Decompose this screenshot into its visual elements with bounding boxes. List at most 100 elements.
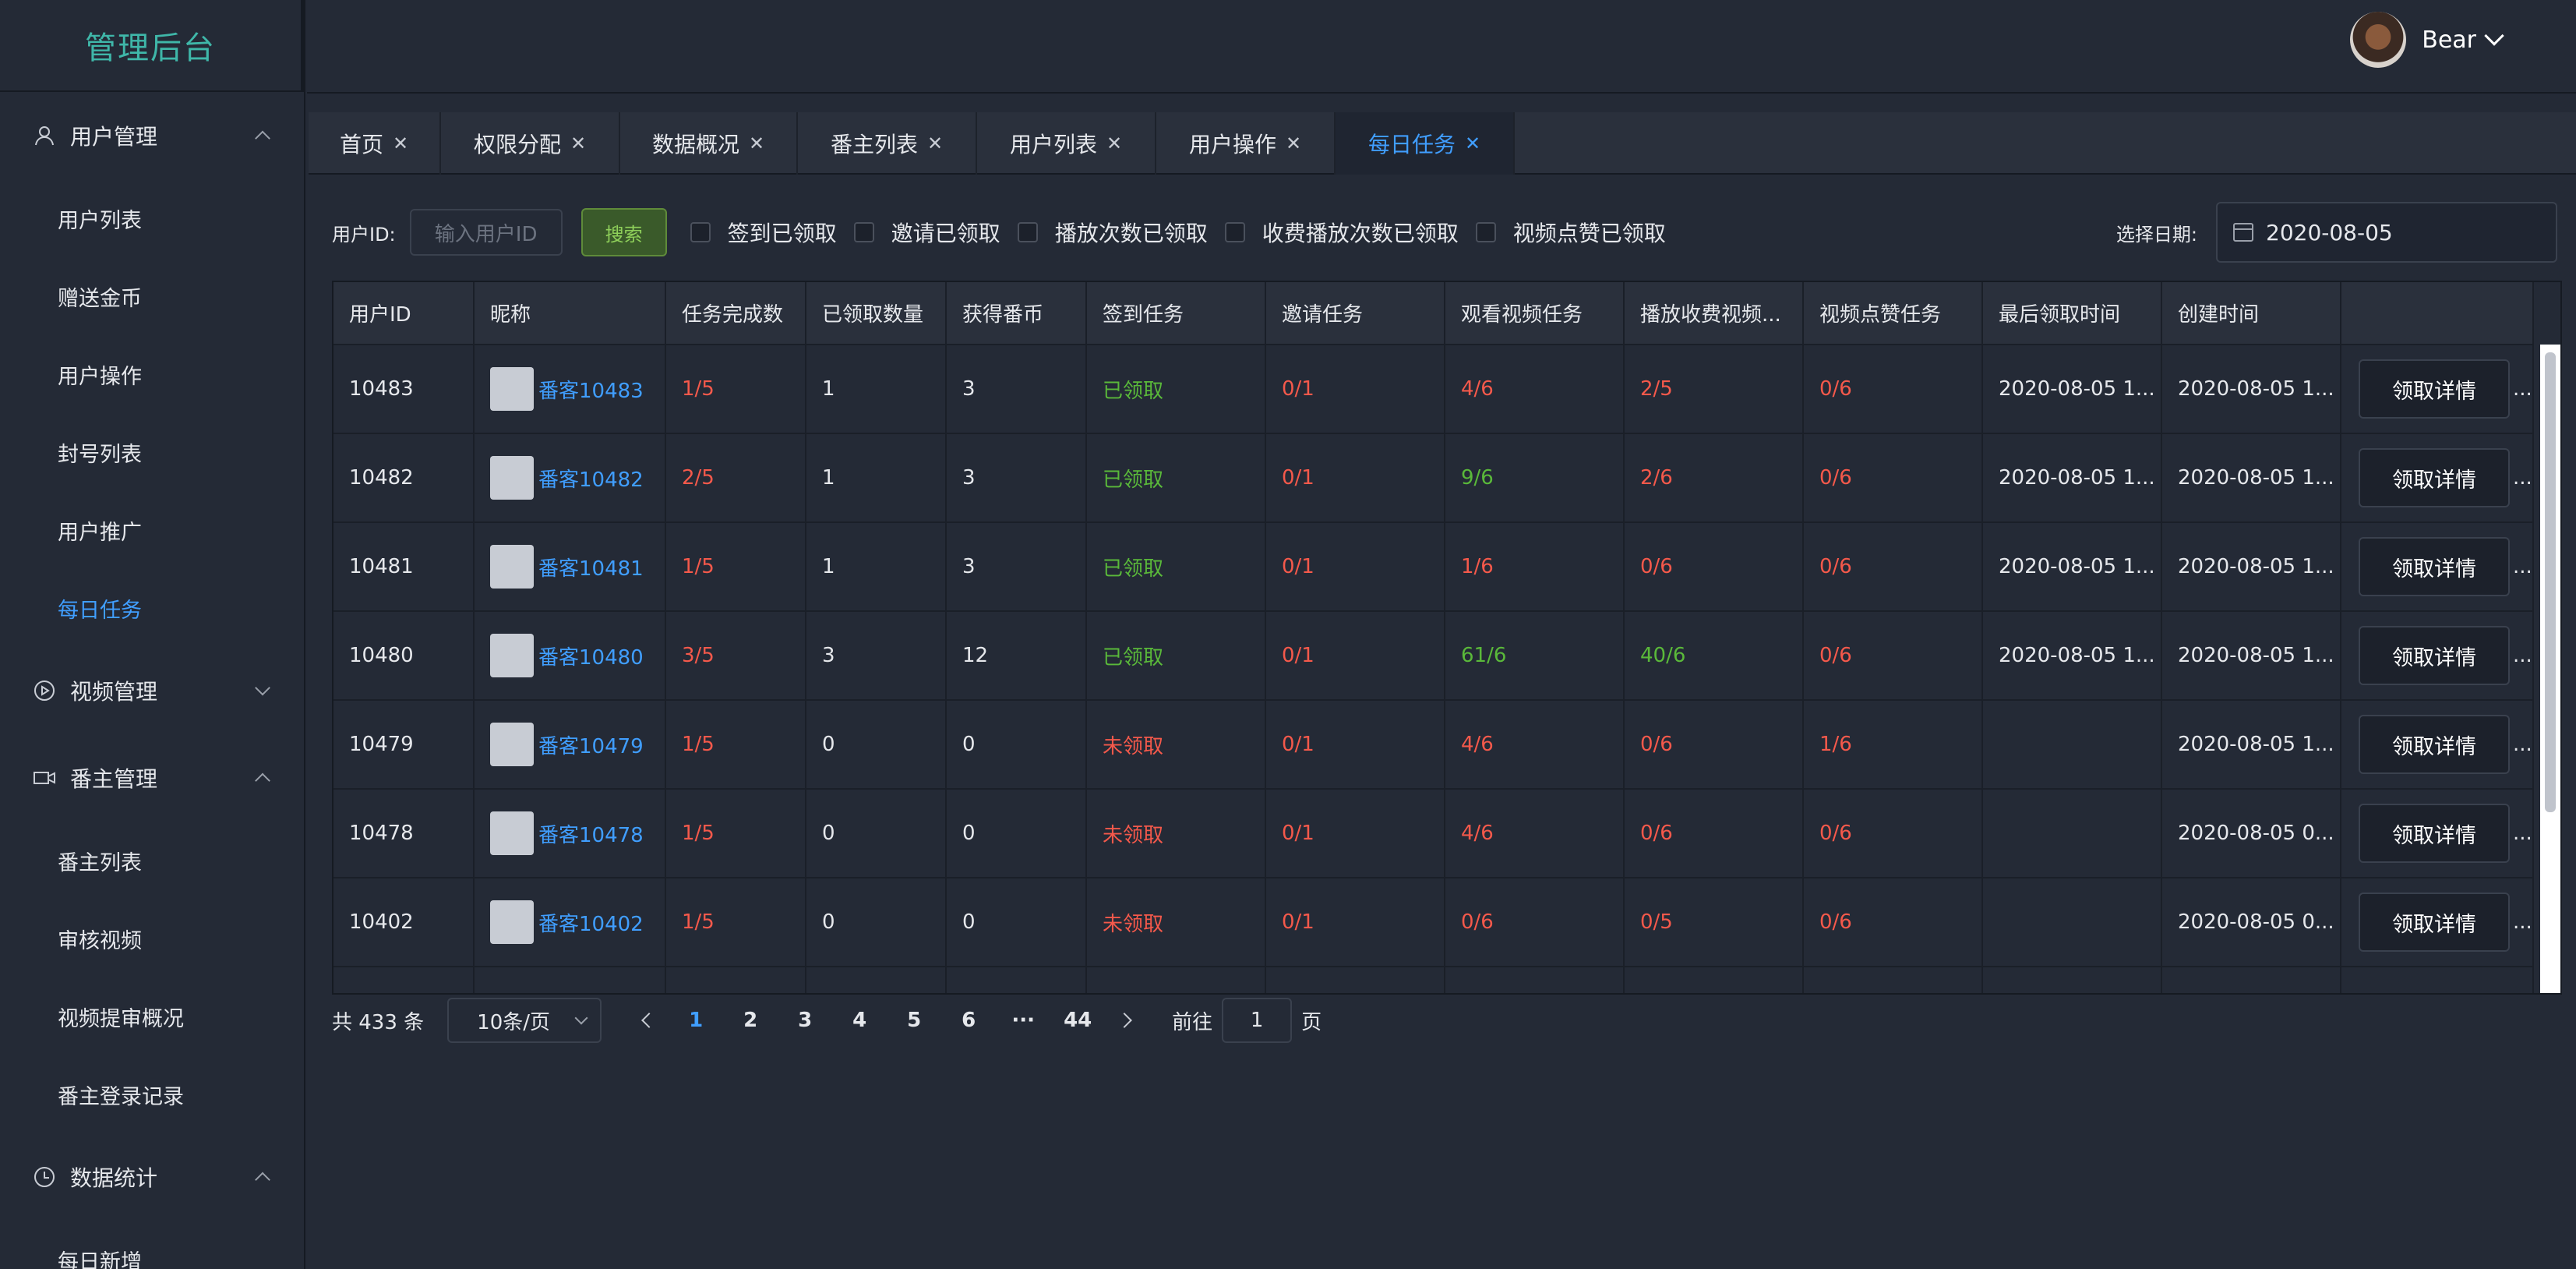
nickname-cell: 番客10402	[490, 900, 664, 944]
more-ellipsis: ...	[2513, 644, 2532, 667]
sidebar-group-1[interactable]: 视频管理	[0, 647, 304, 734]
cell-value: 40/6	[1640, 644, 1686, 667]
page-number[interactable]: 2	[723, 1009, 778, 1032]
checkbox-box[interactable]	[1224, 222, 1245, 242]
filter-checkbox[interactable]: 视频点赞已领取	[1475, 217, 1666, 248]
cell-invite: 0/1	[1265, 433, 1445, 523]
nickname-link[interactable]: 番客10482	[538, 464, 644, 493]
nickname-link[interactable]: 番客10481	[538, 553, 644, 581]
claim-detail-button[interactable]: 领取详情	[2359, 804, 2510, 863]
close-icon[interactable]: ✕	[1106, 133, 1122, 154]
filter-checkbox[interactable]: 签到已领取	[690, 217, 837, 248]
goto-page-input[interactable]: 1	[1222, 998, 1293, 1043]
claim-detail-button[interactable]: 领取详情	[2359, 537, 2510, 596]
filter-checkbox[interactable]: 收费播放次数已领取	[1224, 217, 1459, 248]
tab-item[interactable]: 首页 ✕	[309, 112, 441, 175]
cell-done: 2/5	[665, 433, 806, 523]
nickname-cell: 番客10479	[490, 723, 664, 766]
sidebar-item[interactable]: 用户推广	[0, 491, 304, 569]
sidebar-item[interactable]: 赠送金币	[0, 257, 304, 335]
sidebar-item[interactable]: 用户操作	[0, 335, 304, 413]
close-icon[interactable]: ✕	[927, 133, 943, 154]
claim-detail-button[interactable]: 领取详情	[2359, 715, 2510, 774]
close-icon[interactable]: ✕	[570, 133, 586, 154]
tab-item[interactable]: 用户操作 ✕	[1156, 112, 1336, 175]
claim-detail-button[interactable]: 领取详情	[2359, 448, 2510, 507]
cell-actions: 领取详情...	[2341, 789, 2534, 878]
close-icon[interactable]: ✕	[1286, 133, 1301, 154]
page-number[interactable]: 6	[941, 1009, 996, 1032]
checkbox-box[interactable]	[690, 222, 711, 242]
tab-item[interactable]: 数据概况 ✕	[620, 112, 798, 175]
filter-checkboxes: 签到已领取 邀请已领取 播放次数已领取 收费播放次数已领取 视频点赞已领取	[673, 217, 1666, 248]
cell-last: 2020-08-05 1...	[1982, 522, 2162, 612]
search-button[interactable]: 搜索	[580, 208, 667, 256]
sidebar-item[interactable]: 封号列表	[0, 413, 304, 491]
tab-item[interactable]: 权限分配 ✕	[441, 112, 620, 175]
user-name[interactable]: Bear	[2422, 27, 2476, 54]
prev-page-button[interactable]	[630, 1001, 669, 1040]
cell-value: 4/6	[1461, 377, 1494, 401]
sidebar-item[interactable]: 审核视频	[0, 900, 304, 977]
sidebar-item[interactable]: 每日新增	[0, 1221, 304, 1269]
close-icon[interactable]: ✕	[1465, 133, 1480, 154]
checkbox-box[interactable]	[853, 222, 874, 242]
sidebar-item[interactable]: 番主列表	[0, 822, 304, 900]
nickname-link[interactable]: 番客10478	[538, 819, 644, 848]
filter-checkbox[interactable]: 邀请已领取	[853, 217, 1000, 248]
page-number[interactable]: 44	[1050, 1009, 1105, 1032]
page-size-select[interactable]: 10条/页	[447, 998, 602, 1043]
cell-value: 1/5	[682, 555, 715, 578]
tab-item[interactable]: 用户列表 ✕	[977, 112, 1156, 175]
sidebar-item[interactable]: 视频提审概况	[0, 977, 304, 1055]
cell-watch: 4/6	[1445, 700, 1625, 790]
page-number[interactable]: 3	[778, 1009, 832, 1032]
page-number[interactable]: 1	[669, 1009, 723, 1032]
sidebar-group-3[interactable]: 数据统计	[0, 1133, 304, 1221]
claim-detail-button[interactable]: 领取详情	[2359, 893, 2510, 952]
page-number[interactable]: 5	[887, 1009, 941, 1032]
nickname-link[interactable]: 番客10483	[538, 375, 644, 404]
cell-value: 已领取	[1103, 645, 1164, 670]
close-icon[interactable]: ✕	[393, 133, 408, 154]
claim-detail-button[interactable]: 领取详情	[2359, 626, 2510, 685]
tab-item[interactable]: 番主列表 ✕	[798, 112, 977, 175]
nickname-link[interactable]: 番客10479	[538, 730, 644, 759]
nickname-link[interactable]: 番客10480	[538, 642, 644, 670]
page-number[interactable]: ···	[996, 1009, 1050, 1032]
cell-checkin: 已领取	[1086, 611, 1266, 701]
cell-value: 61/6	[1461, 644, 1507, 667]
chevron-right-icon	[1117, 1013, 1133, 1028]
tab-item[interactable]: 每日任务 ✕	[1336, 112, 1515, 175]
sidebar-item[interactable]: 番主登录记录	[0, 1055, 304, 1133]
cell-last: 2020-08-05 1...	[1982, 345, 2162, 434]
sidebar-item[interactable]: 每日任务	[0, 569, 304, 647]
claim-detail-button[interactable]: 领取详情	[2359, 359, 2510, 419]
close-icon[interactable]: ✕	[749, 133, 764, 154]
vertical-scrollbar[interactable]	[2540, 345, 2560, 993]
cell-invite: 0/1	[1265, 700, 1445, 790]
cell-value: 0/6	[1819, 555, 1852, 578]
user-menu[interactable]: Bear	[2350, 12, 2504, 68]
user-id-input[interactable]: 输入用户ID	[409, 209, 563, 256]
cell-value: 0/6	[1640, 733, 1673, 756]
nickname-link[interactable]: 番客10402	[538, 908, 644, 937]
page-number[interactable]: 4	[832, 1009, 887, 1032]
avatar[interactable]	[2350, 12, 2407, 68]
cell-actions: 领取详情...	[2341, 700, 2534, 790]
date-picker[interactable]: 2020-08-05	[2216, 202, 2557, 263]
actions-wrap: 领取详情...	[2359, 448, 2532, 507]
checkbox-box[interactable]	[1017, 222, 1038, 242]
cell-empty	[806, 967, 947, 993]
sidebar-group-0[interactable]: 用户管理	[0, 92, 304, 179]
more-ellipsis: ...	[2513, 822, 2532, 845]
video-camera-icon	[33, 766, 56, 790]
checkbox-box[interactable]	[1475, 222, 1496, 242]
sidebar-item[interactable]: 用户列表	[0, 179, 304, 257]
next-page-button[interactable]	[1105, 1001, 1144, 1040]
chevron-down-icon	[574, 1011, 588, 1025]
filter-checkbox[interactable]: 播放次数已领取	[1017, 217, 1208, 248]
sidebar-group-2[interactable]: 番主管理	[0, 734, 304, 822]
scrollbar-thumb[interactable]	[2545, 352, 2556, 812]
chevron-down-icon[interactable]	[2484, 26, 2504, 46]
